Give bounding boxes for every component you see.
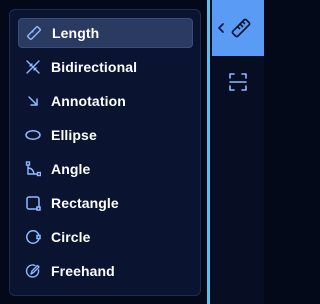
rectangle-icon <box>25 195 41 211</box>
menu-item-length[interactable]: Length <box>18 18 193 48</box>
menu-item-label: Ellipse <box>51 127 97 143</box>
freehand-icon <box>25 263 41 279</box>
arrow-down-right-icon <box>25 93 41 109</box>
menu-item-label: Angle <box>51 161 91 177</box>
menu-item-annotation[interactable]: Annotation <box>18 86 193 116</box>
measurement-tool-menu: Length Bidirectional Annotation Ellipse … <box>9 9 201 296</box>
bidirectional-ruler-icon <box>25 59 41 75</box>
menu-item-label: Rectangle <box>51 195 119 211</box>
menu-item-bidirectional[interactable]: Bidirectional <box>18 52 193 82</box>
length-tool-button[interactable] <box>212 0 264 56</box>
menu-item-label: Circle <box>51 229 91 245</box>
menu-item-freehand[interactable]: Freehand <box>18 256 193 286</box>
scan-icon <box>227 71 249 98</box>
chevron-left-icon[interactable] <box>216 22 226 34</box>
ruler-icon <box>230 17 252 39</box>
menu-item-label: Annotation <box>51 93 126 109</box>
angle-icon <box>25 161 41 177</box>
menu-item-label: Bidirectional <box>51 59 138 75</box>
ellipse-icon <box>25 127 41 143</box>
menu-item-rectangle[interactable]: Rectangle <box>18 188 193 218</box>
ruler-icon <box>26 25 42 41</box>
menu-item-label: Freehand <box>51 263 115 279</box>
scan-tool-button[interactable] <box>212 56 264 112</box>
circle-icon <box>25 229 41 245</box>
menu-item-ellipse[interactable]: Ellipse <box>18 120 193 150</box>
menu-item-circle[interactable]: Circle <box>18 222 193 252</box>
menu-item-label: Length <box>52 25 100 41</box>
menu-item-angle[interactable]: Angle <box>18 154 193 184</box>
